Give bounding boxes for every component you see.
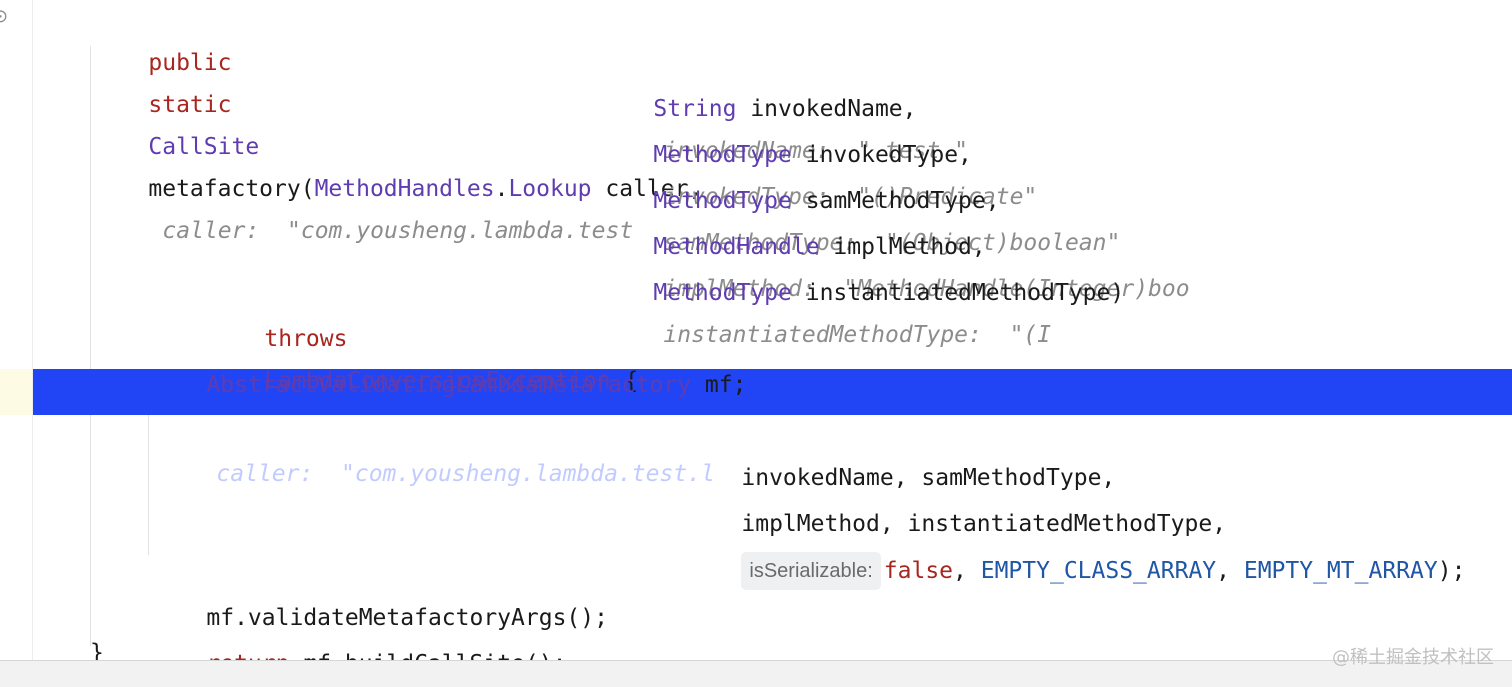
code-line-6[interactable]: MethodType instantiatedMethodType) insta… [598,230,1124,348]
parameter-name-hint: isSerializable: [741,552,881,590]
method-name: metafactory( [148,176,315,202]
code-line-4[interactable]: MethodType samMethodType, samMethodType:… [598,138,1120,256]
param-instantiatedmethodtype: instantiatedMethodType) [791,280,1125,306]
code-line-12[interactable]: isSerializable: false, EMPTY_CLASS_ARRAY,… [686,508,1465,590]
keyword-static: static [148,92,232,118]
indent-guide-inner [148,415,149,555]
code-line-5[interactable]: MethodHandle implMethod, implMethod: "Me… [598,184,1189,302]
inline-value-hint: caller: "com.yousheng.lambda.test.l [216,461,715,487]
type-methodhandles: MethodHandles [314,176,495,202]
constant-empty-mt-array: EMPTY_MT_ARRAY [1243,558,1438,584]
inline-value-hint: caller: "com.yousheng.lambda.test [162,218,634,244]
code-editor[interactable]: ⊙ public static CallSite metafactory(Met… [0,0,1512,660]
fold-marker-icon[interactable]: ⊙ [0,6,8,27]
separator: , [1216,558,1244,584]
closing-brace: } [90,640,104,660]
watermark: @稀土掘金技术社区 [1332,647,1494,668]
code-line-10[interactable]: invokedName, samMethodType, [686,415,1115,491]
status-bar [0,660,1512,687]
indent-guide [90,46,91,646]
return-expression: mf.buildCallSite(); [289,651,566,660]
keyword-false: false [883,558,954,584]
code-line-13[interactable]: mf.validateMetafactoryArgs(); [151,555,608,631]
code-line-3[interactable]: MethodType invokedType, invokedType: "()… [598,92,1037,210]
keyword-public: public [148,50,232,76]
current-line-gutter [0,369,32,415]
code-line-14[interactable]: return mf.buildCallSite(); [151,601,566,660]
separator: , [953,558,981,584]
code-line-11[interactable]: implMethod, instantiatedMethodType, [686,461,1226,537]
code-line-1[interactable]: public static CallSite metafactory(Metho… [93,0,702,244]
code-line-7[interactable]: throws LambdaConversionException { [209,276,638,394]
code-line-2[interactable]: String invokedName, invokedName: " test … [598,46,968,164]
code-line-9-selected[interactable]: mf = new InnerClassLambdaMetafactory(cal… [151,369,995,487]
keyword-return: return [206,651,289,660]
gutter[interactable]: ⊙ [0,0,33,660]
close-paren: ); [1437,558,1466,584]
type-lookup: Lookup [508,176,592,202]
type-callsite: CallSite [148,134,260,160]
dot: . [494,176,509,202]
code-line-8[interactable]: AbstractValidatingLambdaMetafactory mf; [151,322,746,398]
type-methodtype: MethodType [653,280,792,306]
constant-empty-class-array: EMPTY_CLASS_ARRAY [980,558,1217,584]
